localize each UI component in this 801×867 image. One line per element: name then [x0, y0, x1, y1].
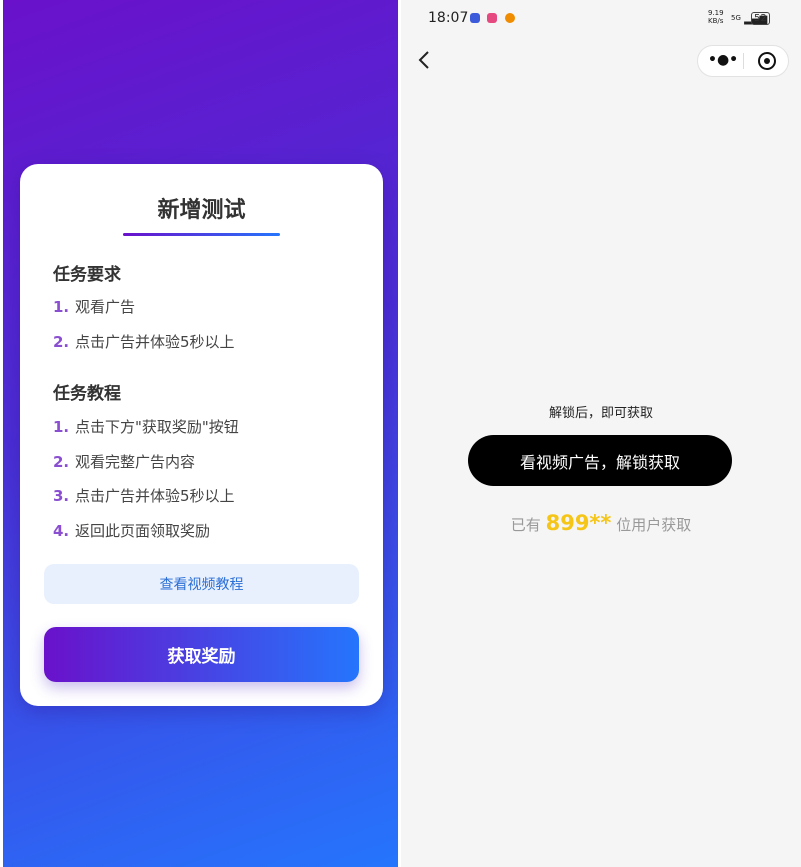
task-card: 新增测试 任务要求 1. 观看广告 2. 点击广告并体验5秒以上 任务教程 1.…	[20, 164, 383, 706]
requirements-heading: 任务要求	[53, 265, 121, 285]
network-speed-value: 9.19 KB/s	[708, 9, 724, 25]
count-value: 899**	[545, 511, 612, 535]
close-target-icon[interactable]	[758, 52, 776, 70]
watch-ad-unlock-button[interactable]: 看视频广告，解锁获取	[468, 435, 732, 486]
item-number: 1.	[53, 297, 70, 316]
list-item: 2. 观看完整广告内容	[53, 451, 195, 472]
notification-app-icon	[487, 13, 497, 23]
list-item: 4. 返回此页面领取奖励	[53, 520, 210, 541]
count-prefix: 已有	[510, 516, 541, 534]
list-item: 3. 点击广告并体验5秒以上	[53, 485, 235, 506]
item-text: 观看完整广告内容	[75, 453, 196, 471]
list-item: 1. 观看广告	[53, 296, 135, 317]
item-text: 点击广告并体验5秒以上	[75, 487, 235, 505]
get-reward-button[interactable]: 获取奖励	[44, 627, 359, 682]
status-bar: 18:07 9.19 KB/s 5G ▂▄▆ 52	[401, 0, 801, 36]
unlock-hint: 解锁后，即可获取	[548, 406, 653, 421]
battery-icon: 52	[751, 12, 770, 25]
item-number: 4.	[53, 521, 70, 540]
item-text: 点击广告并体验5秒以上	[75, 333, 235, 351]
title-underline	[123, 233, 280, 236]
item-number: 1.	[53, 417, 70, 436]
capsule-divider	[743, 53, 744, 69]
network-speed: 9.19 KB/s	[708, 9, 724, 25]
notification-app-icon	[505, 13, 515, 23]
battery-level: 52	[754, 13, 767, 24]
item-number: 2.	[53, 332, 70, 351]
view-video-tutorial-button[interactable]: 查看视频教程	[44, 564, 359, 604]
item-text: 点击下方"获取奖励"按钮	[75, 418, 239, 436]
item-number: 3.	[53, 486, 70, 505]
list-item: 1. 点击下方"获取奖励"按钮	[53, 416, 239, 437]
right-panel: 18:07 9.19 KB/s 5G ▂▄▆ 52 •●• 解锁后，即可获取 看…	[401, 0, 801, 867]
back-chevron-icon[interactable]	[417, 50, 431, 76]
left-panel: 新增测试 任务要求 1. 观看广告 2. 点击广告并体验5秒以上 任务教程 1.…	[3, 0, 398, 867]
item-number: 2.	[53, 452, 70, 471]
status-time: 18:07	[428, 10, 469, 26]
mini-program-capsule: •●•	[697, 45, 789, 77]
card-title: 新增测试	[157, 198, 246, 223]
count-suffix: 位用户获取	[616, 516, 692, 534]
more-dots-icon[interactable]: •●•	[708, 52, 738, 68]
notification-app-icon	[470, 13, 480, 23]
list-item: 2. 点击广告并体验5秒以上	[53, 331, 235, 352]
user-count-text: 已有 899** 位用户获取	[401, 511, 801, 535]
tutorial-heading: 任务教程	[53, 384, 121, 404]
item-text: 返回此页面领取奖励	[75, 522, 211, 540]
network-type: 5G	[731, 14, 741, 22]
item-text: 观看广告	[75, 298, 136, 316]
